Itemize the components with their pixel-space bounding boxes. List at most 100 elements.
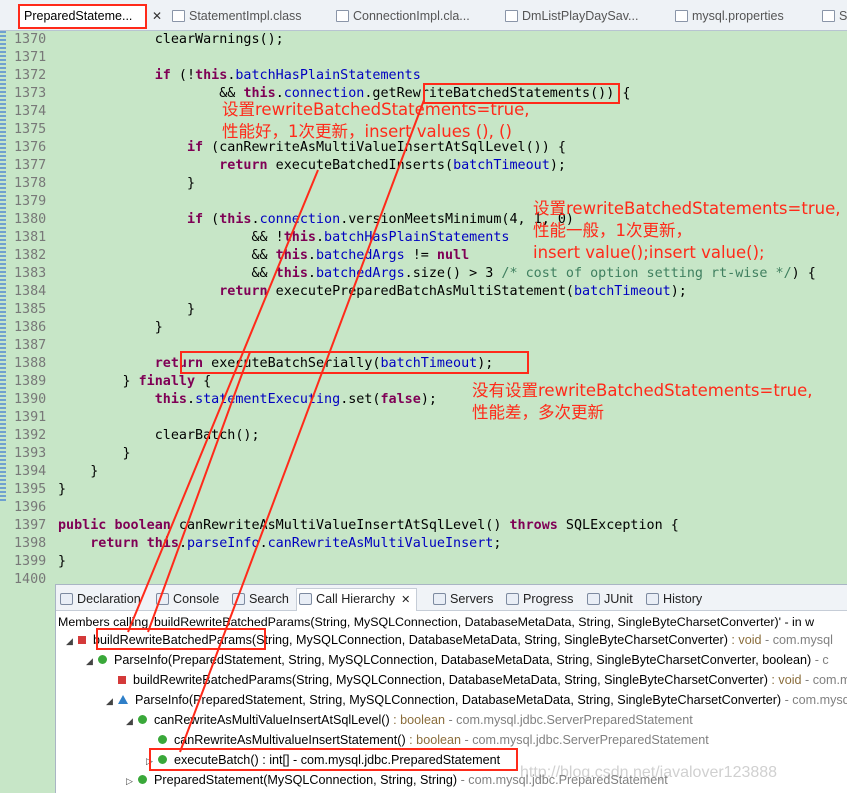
- line-number: 1389: [14, 374, 47, 389]
- code-text: if (this.connection.versionMeetsMinimum(…: [187, 212, 574, 227]
- code-line[interactable]: 1370 clearWarnings();: [0, 31, 847, 49]
- code-line[interactable]: 1395}: [0, 481, 847, 499]
- code-text: }: [58, 302, 196, 317]
- properties-file-icon: [675, 10, 688, 22]
- code-text: }: [58, 320, 163, 335]
- code-line[interactable]: 1393 }: [0, 445, 847, 463]
- line-number: 1385: [14, 302, 47, 317]
- line-number: 1373: [14, 86, 47, 101]
- line-number: 1370: [14, 32, 47, 47]
- tab-servers[interactable]: Servers: [433, 589, 493, 609]
- line-number: 1387: [14, 338, 47, 353]
- line-number: 1375: [14, 122, 47, 137]
- file-icon: [822, 10, 835, 22]
- code-text: this.statementExecuting.set(false);: [154, 392, 437, 407]
- tab-connectionimpl[interactable]: ConnectionImpl.cla...: [334, 4, 470, 28]
- code-text: return executeBatchedInserts(batchTimeou…: [219, 158, 566, 173]
- public-method-icon: [158, 735, 167, 744]
- close-icon[interactable]: ✕: [146, 4, 162, 28]
- progress-icon: [506, 593, 519, 605]
- code-line[interactable]: 1384 return executePreparedBatchAsMultiS…: [0, 283, 847, 301]
- code-line[interactable]: 1386 }: [0, 319, 847, 337]
- editor-tab-bar: PreparedStateme... ✕ StatementImpl.class…: [0, 0, 847, 31]
- highlight-box-buildrewrite: [96, 628, 266, 650]
- code-text: return executePreparedBatchAsMultiStatem…: [219, 284, 687, 299]
- java-file-icon: [505, 10, 518, 22]
- tab-progress[interactable]: Progress: [506, 589, 573, 609]
- line-number: 1400: [14, 572, 47, 584]
- tree-row[interactable]: buildRewriteBatchedParams(String, MySQLC…: [106, 670, 847, 690]
- line-number: 1379: [14, 194, 47, 209]
- line-number: 1394: [14, 464, 47, 479]
- code-line[interactable]: 1383 && this.batchedArgs.size() > 3 /* c…: [0, 265, 847, 283]
- annotation-good: 设置rewriteBatchedStatements=true, 性能好，1次更…: [222, 100, 530, 141]
- tab-search[interactable]: Search: [232, 589, 289, 609]
- code-text: && this.batchedArgs != null: [58, 248, 470, 263]
- line-number: 1397: [14, 518, 47, 533]
- tree-row[interactable]: canRewriteAsMultivalueInsertStatement() …: [146, 730, 709, 750]
- declaration-icon: [60, 593, 73, 605]
- tab-call-hierarchy[interactable]: Call Hierarchy ✕: [296, 588, 418, 611]
- tab-console[interactable]: Console: [156, 589, 219, 609]
- line-number: 1374: [14, 104, 47, 119]
- code-text: clearBatch();: [58, 428, 260, 443]
- view-tab-bar: Declaration Console Search Call Hierarch…: [56, 585, 847, 611]
- code-line[interactable]: 1394 }: [0, 463, 847, 481]
- code-text: }: [58, 554, 67, 569]
- line-number: 1376: [14, 140, 47, 155]
- tab-mysql-properties[interactable]: mysql.properties: [673, 4, 784, 28]
- expanded-arrow-icon[interactable]: ◢: [86, 651, 96, 671]
- code-text: }: [58, 176, 196, 191]
- code-line[interactable]: 1371: [0, 49, 847, 67]
- watermark: http://blog.csdn.net/javalover123888: [520, 764, 778, 781]
- line-number: 1377: [14, 158, 47, 173]
- line-number: 1378: [14, 176, 47, 191]
- tab-junit[interactable]: JUnit: [587, 589, 633, 609]
- junit-icon: [587, 593, 600, 605]
- expanded-arrow-icon[interactable]: ◢: [106, 691, 116, 711]
- line-number: 1383: [14, 266, 47, 281]
- tree-row[interactable]: ◢ canRewriteAsMultiValueInsertAtSqlLevel(…: [126, 710, 693, 730]
- line-number: 1382: [14, 248, 47, 263]
- search-icon: [232, 593, 245, 605]
- code-line[interactable]: 1397 public boolean canRewriteAsMultiValu…: [0, 517, 847, 535]
- code-text: clearWarnings();: [58, 32, 284, 47]
- code-text: }: [58, 464, 99, 479]
- code-line[interactable]: 1377 return executeBatchedInserts(batchT…: [0, 157, 847, 175]
- tab-overflow[interactable]: S: [820, 4, 847, 28]
- code-text: public boolean canRewriteAsMultiValueIns…: [58, 518, 679, 533]
- close-icon[interactable]: ✕: [401, 594, 410, 606]
- code-line[interactable]: 1392 clearBatch();: [0, 427, 847, 445]
- private-method-icon: [118, 676, 126, 684]
- line-number: 1393: [14, 446, 47, 461]
- tab-statementimpl[interactable]: StatementImpl.class: [170, 4, 302, 28]
- line-number: 1390: [14, 392, 47, 407]
- expanded-arrow-icon[interactable]: ◢: [126, 711, 136, 731]
- code-text: && !this.batchHasPlainStatements: [58, 230, 510, 245]
- code-line[interactable]: 1385 }: [0, 301, 847, 319]
- highlight-box-tab: [18, 4, 147, 29]
- code-line[interactable]: 1398 return this.parseInfo.canRewriteAsM…: [0, 535, 847, 553]
- console-icon: [156, 593, 169, 605]
- highlight-box-serially: [180, 351, 529, 374]
- expanded-arrow-icon[interactable]: ◢: [66, 631, 76, 651]
- line-number: 1371: [14, 50, 47, 65]
- code-text: return this.parseInfo.canRewriteAsMultiV…: [90, 536, 502, 551]
- code-line[interactable]: 1378 }: [0, 175, 847, 193]
- constructor-icon: [138, 775, 147, 784]
- tab-dmlistplaydaysav[interactable]: DmListPlayDaySav...: [503, 4, 638, 28]
- line-number: 1384: [14, 284, 47, 299]
- tab-history[interactable]: History: [646, 589, 702, 609]
- code-line[interactable]: 1396: [0, 499, 847, 517]
- call-hierarchy-view: Declaration Console Search Call Hierarch…: [55, 584, 847, 793]
- code-line[interactable]: 1399}: [0, 553, 847, 571]
- tree-row[interactable]: ◢ ParseInfo(PreparedStatement, String, My…: [86, 650, 829, 670]
- line-number: 1388: [14, 356, 47, 371]
- code-text: }: [58, 482, 67, 497]
- code-line[interactable]: 1400: [0, 571, 847, 584]
- tree-row[interactable]: ◢ ParseInfo(PreparedStatement, String, My…: [106, 690, 847, 710]
- line-number: 1380: [14, 212, 47, 227]
- tab-declaration[interactable]: Declaration: [60, 589, 141, 609]
- collapsed-arrow-icon[interactable]: ▷: [126, 771, 136, 791]
- code-text: && this.batchedArgs.size() > 3 /* cost o…: [58, 266, 816, 281]
